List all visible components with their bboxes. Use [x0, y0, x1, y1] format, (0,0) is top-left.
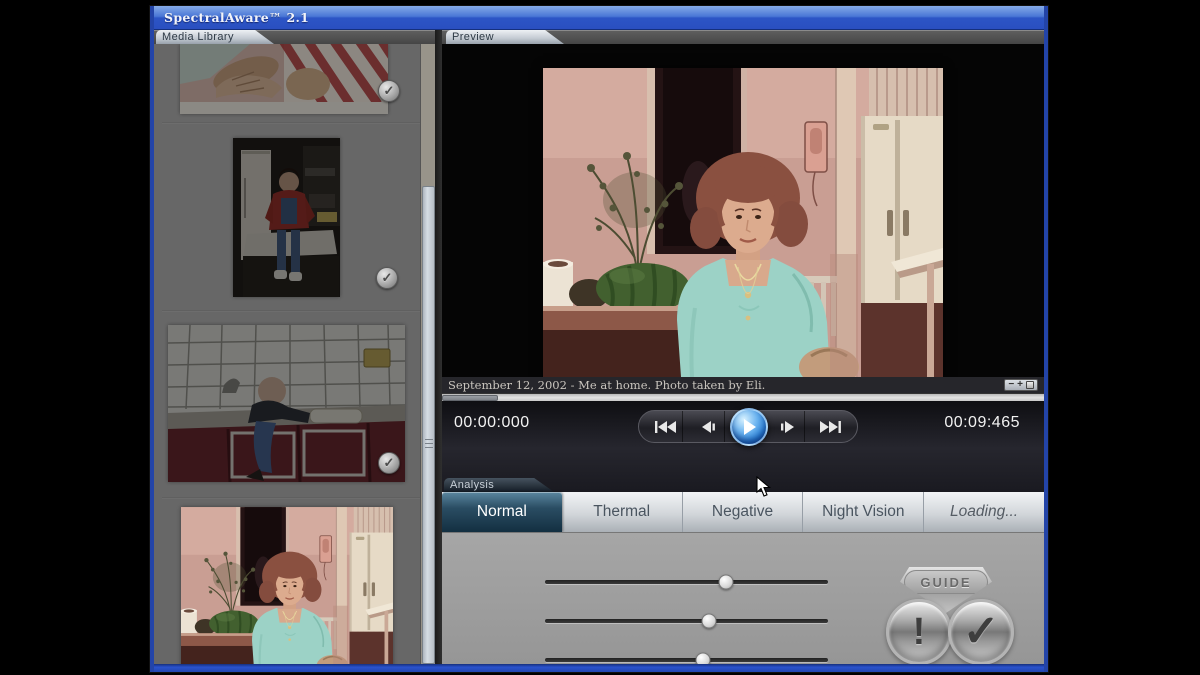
app-title: SpectralAware™ 2.1 — [164, 10, 309, 25]
preview-panel: September 12, 2002 - Me at home. Photo t… — [442, 44, 1044, 664]
zoom-in-button[interactable]: + — [1017, 380, 1023, 390]
tab-strip — [154, 30, 1044, 44]
media-thumbnail-toddler-sink[interactable] — [168, 325, 405, 482]
media-library-scrollbar[interactable] — [420, 44, 435, 664]
check-icon: ✓ — [384, 83, 395, 99]
step-back-button[interactable] — [691, 411, 725, 442]
app-window: SpectralAware™ 2.1 Media Library Preview — [150, 6, 1048, 672]
preview-photo — [543, 68, 943, 377]
thumbnail-check-badge[interactable]: ✓ — [378, 452, 400, 474]
media-thumbnail-woman[interactable] — [181, 507, 393, 664]
thumbnail-check-badge[interactable]: ✓ — [376, 267, 398, 289]
window-bottom-border — [154, 664, 1044, 672]
skip-end-button[interactable] — [813, 411, 847, 442]
scrollbar-thumb[interactable] — [422, 186, 435, 664]
thumbnail-check-badge[interactable]: ✓ — [378, 80, 400, 102]
analysis-mode-row: Normal Thermal Negative Night Vision Loa… — [442, 492, 1044, 532]
checkmark-icon: ✓ — [963, 610, 1000, 654]
exposure-slider-thumb[interactable] — [719, 575, 734, 590]
skip-start-icon — [654, 420, 678, 434]
preview-viewer — [442, 44, 1044, 377]
zoom-out-button[interactable]: − — [1008, 380, 1014, 390]
current-time: 00:00:000 — [454, 414, 530, 432]
media-thumbnail-boy-counter[interactable] — [233, 138, 340, 297]
mode-button-negative[interactable]: Negative — [683, 492, 804, 532]
total-time: 00:09:465 — [944, 414, 1020, 432]
tab-preview-label: Preview — [446, 30, 564, 44]
exposure-slider[interactable] — [545, 580, 828, 584]
contrast-slider-thumb[interactable] — [702, 614, 717, 629]
viewer-zoom-controls: − + — [1004, 379, 1038, 391]
mouse-cursor — [756, 476, 772, 498]
screen: SpectralAware™ 2.1 Media Library Preview — [0, 0, 1200, 675]
transport-controls — [638, 410, 858, 443]
mode-button-night-vision[interactable]: Night Vision — [803, 492, 924, 532]
skip-start-button[interactable] — [649, 411, 683, 442]
tab-analysis-label: Analysis — [444, 478, 554, 492]
play-icon — [741, 418, 757, 436]
timeline-scrubber[interactable] — [442, 393, 1044, 401]
noise-slider[interactable] — [545, 658, 828, 662]
thumb-divider — [162, 122, 420, 124]
play-button[interactable] — [730, 408, 768, 446]
tab-analysis[interactable]: Analysis — [444, 478, 554, 492]
step-forward-icon — [779, 420, 797, 434]
fit-view-icon[interactable] — [1026, 381, 1034, 389]
check-icon: ✓ — [384, 455, 395, 471]
guide-badge: GUIDE — [904, 570, 988, 594]
guide-cluster: GUIDE ! ✓ — [872, 563, 1032, 663]
panel-separator — [435, 30, 442, 664]
step-back-icon — [699, 420, 717, 434]
content-area: Media Library Preview — [154, 30, 1044, 664]
photo-caption: September 12, 2002 - Me at home. Photo t… — [448, 378, 765, 392]
check-icon: ✓ — [382, 270, 393, 286]
mode-button-thermal[interactable]: Thermal — [562, 492, 683, 532]
title-bar[interactable]: SpectralAware™ 2.1 — [154, 6, 1044, 30]
mode-button-normal[interactable]: Normal — [442, 492, 562, 532]
thumb-divider — [162, 497, 420, 499]
analysis-controls: Exposure Contrast Noise — [442, 532, 1044, 664]
exclamation-icon: ! — [913, 613, 926, 651]
tab-preview[interactable]: Preview — [446, 30, 564, 44]
alert-button[interactable]: ! — [886, 599, 952, 665]
step-forward-button[interactable] — [771, 411, 805, 442]
skip-end-icon — [818, 420, 842, 434]
media-library-panel: ✓ — [154, 44, 435, 664]
caption-bar: September 12, 2002 - Me at home. Photo t… — [442, 377, 1044, 393]
thumb-divider — [162, 310, 420, 312]
guide-label: GUIDE — [920, 575, 971, 590]
media-thumbnail-hands[interactable] — [180, 44, 388, 114]
tab-media-library[interactable]: Media Library — [156, 30, 274, 44]
tab-media-library-label: Media Library — [156, 30, 274, 44]
mode-button-loading[interactable]: Loading... — [924, 492, 1044, 532]
confirm-button[interactable]: ✓ — [948, 599, 1014, 665]
contrast-slider[interactable] — [545, 619, 828, 623]
